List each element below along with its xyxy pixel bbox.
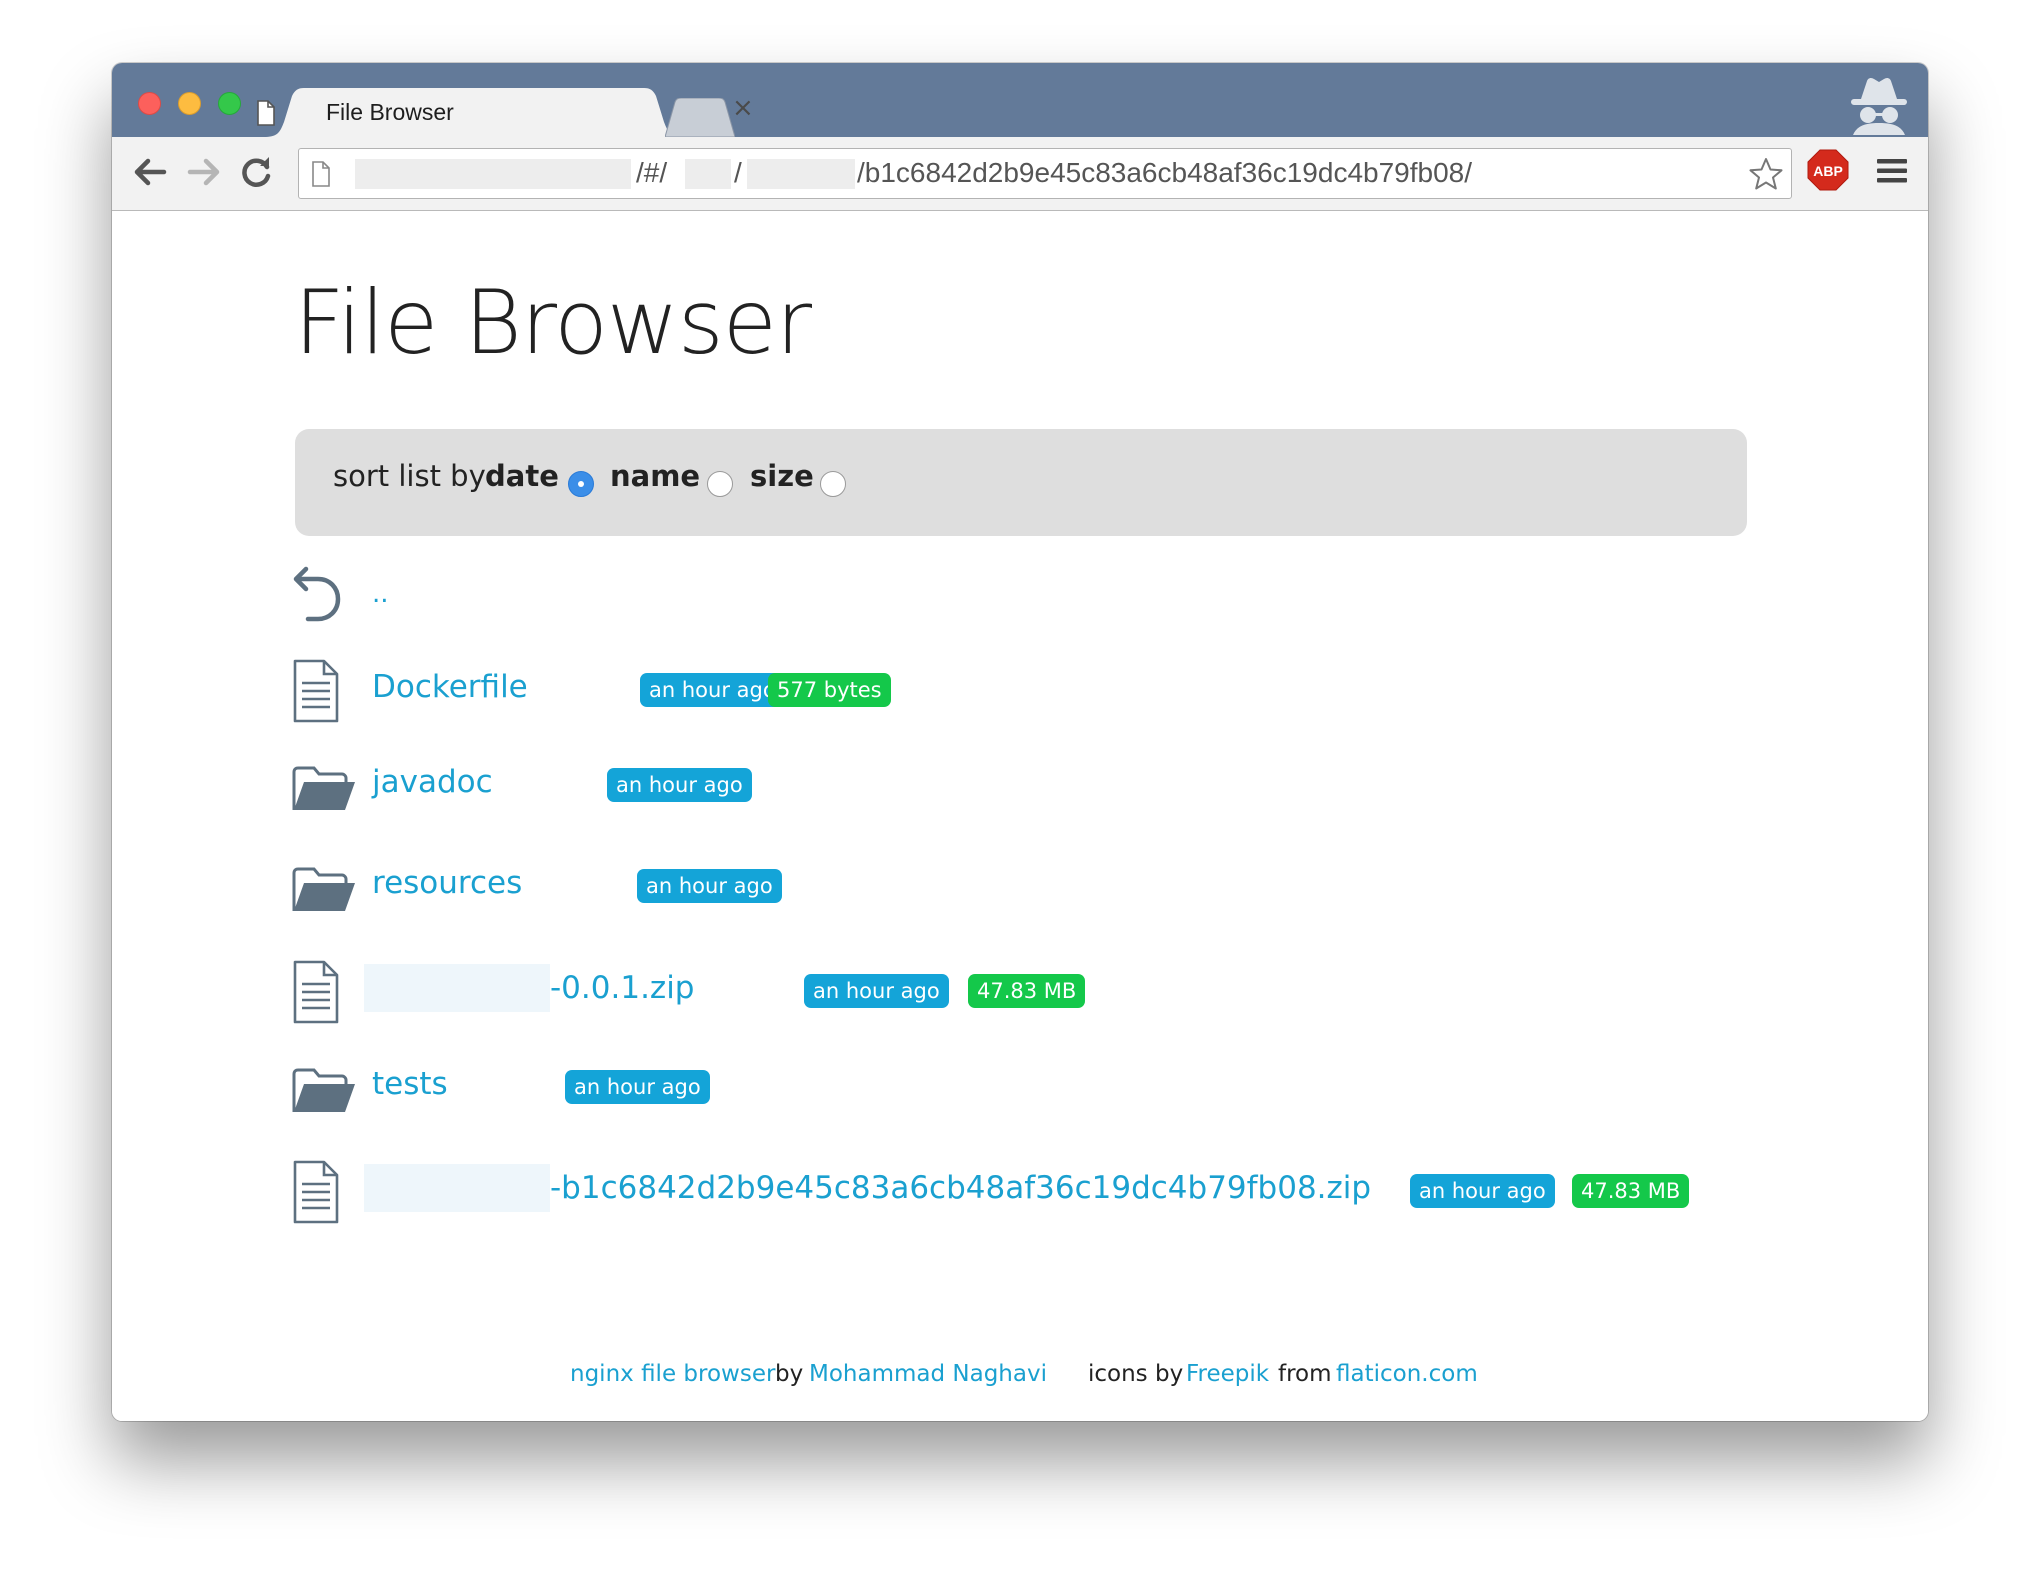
list-item-javadoc[interactable]: javadoc an hour ago: [292, 758, 792, 828]
date-badge: an hour ago: [640, 673, 785, 707]
sort-option-date-label[interactable]: date: [485, 459, 559, 493]
sort-option-name-label[interactable]: name: [610, 459, 700, 493]
sort-prefix-label: sort list by: [333, 459, 486, 493]
date-badge: an hour ago: [804, 974, 949, 1008]
parent-directory-link[interactable]: ..: [372, 579, 389, 609]
redacted-url-segment: [747, 159, 855, 189]
footer-from-text: from: [1278, 1361, 1332, 1387]
sort-bar: sort list by date name size: [295, 429, 1747, 536]
url-segment-hash: /#/: [636, 157, 668, 188]
entry-name-link[interactable]: Dockerfile: [372, 669, 528, 705]
url-segment-hash-path: /b1c6842d2b9e45c83a6cb48af36c19dc4b79fb0…: [857, 157, 1473, 188]
folder-icon: [292, 1068, 355, 1112]
date-badge: an hour ago: [565, 1070, 710, 1104]
folder-icon: [292, 867, 355, 911]
sort-date-radio[interactable]: [568, 471, 594, 497]
list-item-resources[interactable]: resources an hour ago: [292, 859, 792, 929]
document-icon: [293, 960, 339, 1024]
list-item-dockerfile[interactable]: Dockerfile an hour ago 577 bytes: [292, 659, 892, 729]
footer-by-text: by: [775, 1361, 804, 1387]
reload-icon[interactable]: [240, 155, 274, 189]
page-icon: [312, 161, 330, 187]
entry-name-link[interactable]: javadoc: [372, 764, 493, 800]
document-icon: [293, 659, 339, 723]
entry-name-link[interactable]: resources: [372, 865, 522, 901]
sort-size-radio[interactable]: [820, 471, 846, 497]
browser-window: File Browser × /#/ / /b1c6842d2b9e45c83a…: [112, 63, 1928, 1421]
url-segment-slash: /: [734, 157, 742, 188]
date-badge: an hour ago: [1410, 1174, 1555, 1208]
size-badge: 47.83 MB: [968, 974, 1086, 1008]
sort-option-size-label[interactable]: size: [750, 459, 814, 493]
size-badge: 47.83 MB: [1572, 1174, 1690, 1208]
page-content: File Browser sort list by date name size…: [112, 211, 1928, 1421]
abp-label: ABP: [1813, 163, 1843, 179]
date-badge: an hour ago: [637, 869, 782, 903]
new-tab-button[interactable]: [665, 98, 735, 137]
back-arrow-icon[interactable]: [132, 155, 168, 189]
flaticon-link[interactable]: flaticon.com: [1336, 1361, 1478, 1387]
bookmark-star-icon[interactable]: [1749, 157, 1783, 191]
entry-name-link[interactable]: tests: [372, 1066, 448, 1102]
address-bar[interactable]: /#/ / /b1c6842d2b9e45c83a6cb48af36c19dc4…: [298, 148, 1792, 199]
tab-close-icon[interactable]: ×: [732, 95, 754, 121]
entry-name-link[interactable]: -b1c6842d2b9e45c83a6cb48af36c19dc4b79fb0…: [550, 1170, 1371, 1206]
forward-arrow-icon[interactable]: [186, 155, 222, 189]
close-window-button[interactable]: [138, 92, 161, 115]
zoom-window-button[interactable]: [218, 92, 241, 115]
footer-icons-by-text: icons by: [1088, 1361, 1184, 1387]
redacted-name-segment: [364, 964, 550, 1012]
freepik-link[interactable]: Freepik: [1186, 1361, 1269, 1387]
minimize-window-button[interactable]: [178, 92, 201, 115]
sort-name-radio[interactable]: [707, 471, 733, 497]
page-footer: nginx file browser by Mohammad Naghavi i…: [112, 1361, 1928, 1401]
redacted-url-segment: [355, 159, 631, 189]
page-icon: [257, 100, 275, 126]
browser-toolbar: /#/ / /b1c6842d2b9e45c83a6cb48af36c19dc4…: [112, 137, 1928, 211]
list-item-tests[interactable]: tests an hour ago: [292, 1060, 792, 1130]
project-link[interactable]: nginx file browser: [570, 1361, 775, 1387]
menu-icon[interactable]: [1877, 159, 1907, 183]
redacted-url-segment: [685, 159, 731, 189]
date-badge: an hour ago: [607, 768, 752, 802]
adblock-plus-icon[interactable]: ABP: [1807, 149, 1849, 191]
incognito-icon: [1851, 77, 1907, 135]
page-title: File Browser: [294, 271, 812, 374]
list-item-zip-version[interactable]: -0.0.1.zip an hour ago 47.83 MB: [292, 960, 1092, 1030]
title-bar: File Browser ×: [112, 63, 1928, 137]
entry-name-link[interactable]: -0.0.1.zip: [550, 970, 694, 1006]
document-icon: [293, 1160, 339, 1224]
tab-title: File Browser: [326, 99, 454, 125]
screenshot-stage: File Browser × /#/ / /b1c6842d2b9e45c83a…: [0, 0, 2034, 1578]
folder-icon: [292, 766, 355, 810]
back-arrow-icon: [293, 566, 341, 622]
size-badge: 577 bytes: [768, 673, 891, 707]
list-item-zip-hash[interactable]: -b1c6842d2b9e45c83a6cb48af36c19dc4b79fb0…: [292, 1160, 1692, 1230]
list-item-parent[interactable]: ..: [292, 561, 492, 631]
author-link[interactable]: Mohammad Naghavi: [809, 1361, 1047, 1387]
redacted-name-segment: [364, 1164, 550, 1212]
